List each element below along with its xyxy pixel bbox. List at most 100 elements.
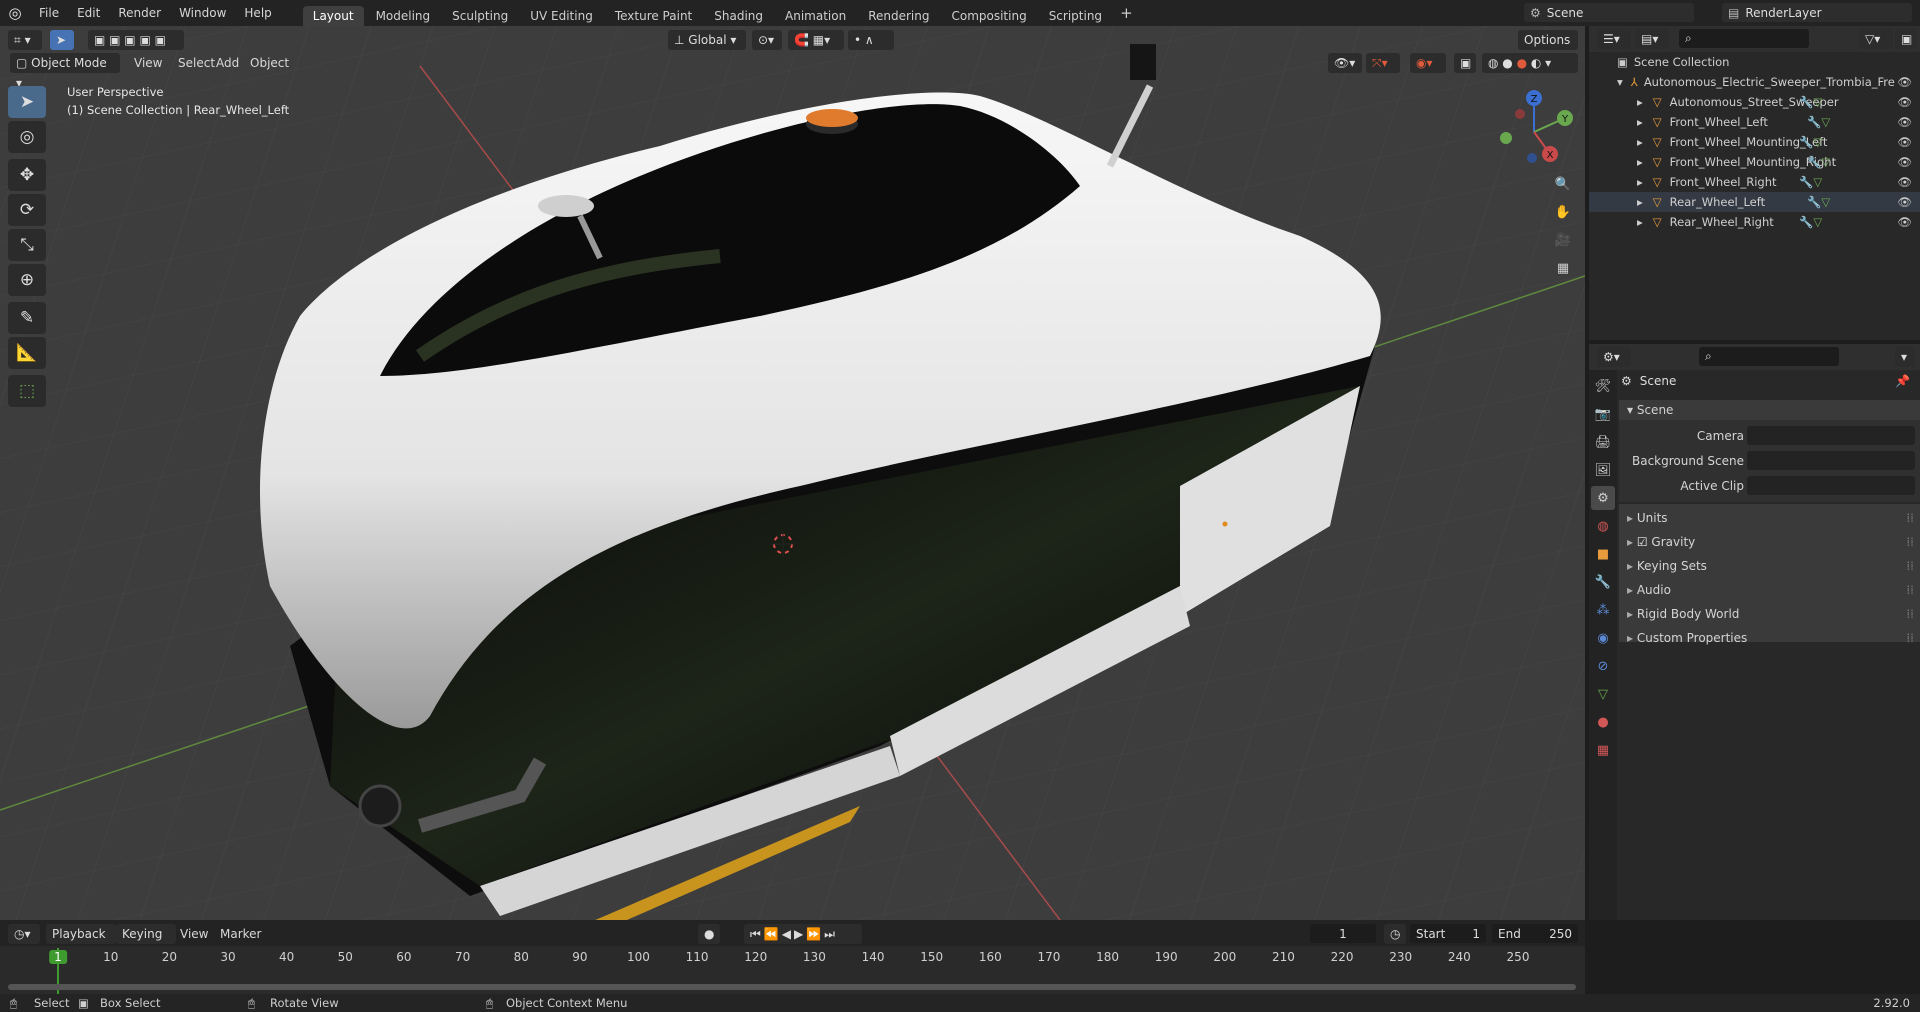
physics-tab-icon[interactable]: ◉ bbox=[1591, 626, 1615, 650]
tab-texture-paint[interactable]: Texture Paint bbox=[605, 6, 702, 26]
pan-hand-icon[interactable]: ✋ bbox=[1551, 200, 1575, 224]
property-value-field[interactable] bbox=[1747, 451, 1915, 470]
selection-modes[interactable]: ▣ ▣ ▣ ▣ ▣ bbox=[88, 30, 184, 50]
particles-tab-icon[interactable]: ⁂ bbox=[1591, 598, 1615, 622]
cursor-tool-icon[interactable]: ◎ bbox=[8, 121, 46, 153]
modifier-icon[interactable]: 🔧▽ bbox=[1799, 92, 1822, 112]
drag-handle-icon[interactable]: ⁞⁞ bbox=[1906, 530, 1914, 554]
viewport-scene[interactable] bbox=[0, 26, 1585, 920]
properties-search[interactable]: ⌕ bbox=[1699, 347, 1839, 366]
tab-sculpting[interactable]: Sculpting bbox=[442, 6, 518, 26]
viewport-menu-object[interactable]: Object bbox=[250, 53, 289, 73]
proportional-edit-toggle[interactable]: • ∧ bbox=[848, 30, 894, 50]
outliner-search[interactable]: ⌕ bbox=[1679, 29, 1809, 48]
outliner-item[interactable]: ▸ ▽ Front_Wheel_Mounting_Right 🔧▽ 👁 bbox=[1589, 152, 1920, 172]
drag-handle-icon[interactable]: ⁞⁞ bbox=[1906, 506, 1914, 530]
editor-type-button[interactable]: ⌗ ▾ bbox=[8, 30, 42, 50]
outliner-collection[interactable]: ▾ ⅄ Autonomous_Electric_Sweeper_Trombia_Fr… bbox=[1589, 72, 1920, 92]
modifier-icon[interactable]: 🔧▽ bbox=[1807, 152, 1830, 172]
view-layer-tab-icon[interactable]: 🖼 bbox=[1591, 458, 1615, 482]
scene-selector[interactable]: ⚙ Scene bbox=[1524, 3, 1694, 22]
snap-toggle[interactable]: 🧲 ▦▾ bbox=[788, 30, 844, 50]
select-mode-button[interactable]: ➤ bbox=[50, 30, 74, 50]
add-workspace-button[interactable]: + bbox=[1120, 4, 1133, 22]
annotate-tool-icon[interactable]: ✎ bbox=[8, 302, 46, 334]
object-mode-dropdown[interactable]: ▢ Object Mode ▾ bbox=[10, 53, 120, 90]
subpanel-audio[interactable]: ▸ Audio ⁞⁞ bbox=[1619, 578, 1920, 602]
drag-handle-icon[interactable]: ⁞⁞ bbox=[1906, 602, 1914, 626]
gravity-checkbox[interactable]: ☑ bbox=[1637, 535, 1652, 549]
world-tab-icon[interactable]: ◍ bbox=[1591, 514, 1615, 538]
outliner-item[interactable]: ▸ ▽ Front_Wheel_Mounting_Left 🔧▽ 👁 bbox=[1589, 132, 1920, 152]
transform-tool-icon[interactable]: ⊕ bbox=[8, 264, 46, 296]
viewport-menu-select[interactable]: Select bbox=[178, 53, 215, 73]
render-tab-icon[interactable]: 📷 bbox=[1591, 402, 1615, 426]
perspective-toggle-icon[interactable]: ▦ bbox=[1551, 256, 1575, 280]
add-cube-tool-icon[interactable]: ⬚ bbox=[8, 375, 46, 407]
transform-orientation-dropdown[interactable]: ⊥ Global ▾ bbox=[668, 30, 746, 50]
subpanel-keying-sets[interactable]: ▸ Keying Sets ⁞⁞ bbox=[1619, 554, 1920, 578]
modifier-tab-icon[interactable]: 🔧 bbox=[1591, 570, 1615, 594]
3d-viewport[interactable]: ⌗ ▾ ➤ ▣ ▣ ▣ ▣ ▣ ▢ Object Mode ▾ View Sele… bbox=[0, 26, 1585, 920]
pivot-point-dropdown[interactable]: ⊙▾ bbox=[752, 30, 782, 50]
tab-animation[interactable]: Animation bbox=[775, 6, 856, 26]
timeline-editor-type[interactable]: ◷▾ bbox=[8, 924, 40, 944]
properties-editor-type[interactable]: ⚙▾ bbox=[1597, 347, 1631, 367]
measure-tool-icon[interactable]: 📐 bbox=[8, 337, 46, 369]
subpanel-rigid-body-world[interactable]: ▸ Rigid Body World ⁞⁞ bbox=[1619, 602, 1920, 626]
current-frame-field[interactable]: 1 bbox=[1310, 924, 1376, 943]
end-frame-field[interactable]: End 250 bbox=[1492, 924, 1578, 943]
eye-icon[interactable]: 👁 bbox=[1897, 92, 1912, 112]
timeline-menu-keying[interactable]: Keying ▾ bbox=[116, 924, 176, 961]
outliner-item[interactable]: ▸ ▽ Autonomous_Street_Sweeper 🔧▽ 👁 bbox=[1589, 92, 1920, 112]
texture-tab-icon[interactable]: ▦ bbox=[1591, 738, 1615, 762]
property-value-field[interactable] bbox=[1747, 476, 1915, 495]
viewport-menu-view[interactable]: View bbox=[134, 53, 162, 73]
viewport-menu-add[interactable]: Add bbox=[216, 53, 239, 73]
modifier-icon[interactable]: 🔧▽ bbox=[1807, 112, 1830, 132]
gizmo-toggle[interactable]: ⤧▾ bbox=[1366, 53, 1400, 73]
scene-tab-icon[interactable]: ⚙ bbox=[1591, 486, 1615, 510]
drag-handle-icon[interactable]: ⁞⁞ bbox=[1906, 578, 1914, 602]
modifier-icon[interactable]: 🔧▽ bbox=[1807, 192, 1830, 212]
data-tab-icon[interactable]: ▽ bbox=[1591, 682, 1615, 706]
expand-arrow-icon[interactable]: ▸ bbox=[1637, 175, 1643, 189]
timeline-menu-marker[interactable]: Marker bbox=[220, 924, 261, 944]
tab-scripting[interactable]: Scripting bbox=[1039, 6, 1112, 26]
menu-file[interactable]: File bbox=[30, 0, 68, 26]
output-tab-icon[interactable]: 🖨 bbox=[1591, 430, 1615, 454]
timeline-menu-view[interactable]: View bbox=[180, 924, 208, 944]
pin-icon[interactable]: 📌 bbox=[1895, 374, 1910, 388]
tab-layout[interactable]: Layout bbox=[302, 6, 364, 26]
start-frame-field[interactable]: Start 1 bbox=[1410, 924, 1486, 943]
subpanel-gravity[interactable]: ▸ ☑ Gravity ⁞⁞ bbox=[1619, 530, 1920, 554]
drag-handle-icon[interactable]: ⁞⁞ bbox=[1906, 626, 1914, 650]
tab-shading[interactable]: Shading bbox=[704, 6, 773, 26]
subpanel-custom-properties[interactable]: ▸ Custom Properties ⁞⁞ bbox=[1619, 626, 1920, 650]
blender-logo-icon[interactable]: ◎ bbox=[0, 4, 30, 22]
expand-arrow-icon[interactable]: ▸ bbox=[1637, 195, 1643, 209]
xray-toggle[interactable]: ▣ bbox=[1454, 53, 1476, 73]
eye-icon[interactable]: 👁 bbox=[1897, 152, 1912, 172]
properties-options[interactable]: ▾ bbox=[1895, 347, 1915, 367]
eye-icon[interactable]: 👁 bbox=[1897, 112, 1912, 132]
expand-arrow-icon[interactable]: ▸ bbox=[1637, 135, 1643, 149]
outliner-editor-type[interactable]: ☰▾ bbox=[1597, 29, 1631, 49]
select-box-tool-icon[interactable]: ➤ bbox=[8, 86, 46, 118]
timeline-scrollbar[interactable] bbox=[8, 984, 1576, 990]
scene-panel-header[interactable]: ▾ Scene bbox=[1619, 400, 1920, 420]
property-value-field[interactable] bbox=[1747, 426, 1915, 445]
tab-compositing[interactable]: Compositing bbox=[941, 6, 1036, 26]
tab-uv-editing[interactable]: UV Editing bbox=[520, 6, 603, 26]
zoom-icon[interactable]: 🔍 bbox=[1551, 172, 1575, 196]
menu-edit[interactable]: Edit bbox=[68, 0, 109, 26]
menu-render[interactable]: Render bbox=[109, 0, 170, 26]
outliner-scene-collection[interactable]: ▣ Scene Collection bbox=[1589, 52, 1920, 72]
camera-view-icon[interactable]: 🎥 bbox=[1551, 228, 1575, 252]
options-dropdown[interactable]: Options ▾ bbox=[1518, 30, 1578, 67]
tab-modeling[interactable]: Modeling bbox=[366, 6, 441, 26]
subpanel-units[interactable]: ▸ Units ⁞⁞ bbox=[1619, 506, 1920, 530]
view-layer-selector[interactable]: ▤ RenderLayer bbox=[1722, 3, 1912, 22]
preview-range-toggle[interactable]: ◷ bbox=[1384, 924, 1406, 944]
expand-arrow-icon[interactable]: ▸ bbox=[1637, 155, 1643, 169]
